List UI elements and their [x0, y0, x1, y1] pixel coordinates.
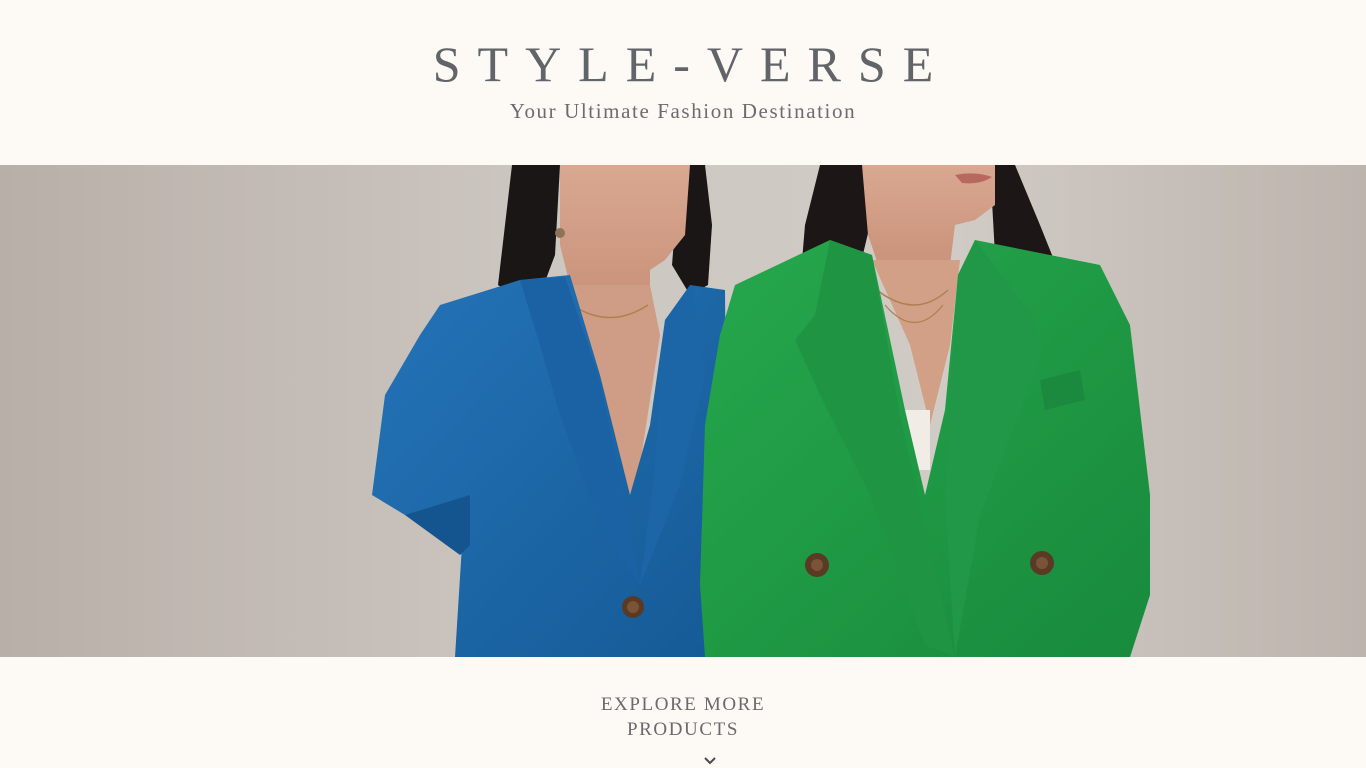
- explore-more-products-link[interactable]: EXPLORE MORE PRODUCTS: [0, 692, 1366, 742]
- chevron-down-icon[interactable]: [703, 755, 717, 768]
- site-header: STYLE-VERSE Your Ultimate Fashion Destin…: [0, 0, 1366, 165]
- brand-tagline: Your Ultimate Fashion Destination: [509, 99, 857, 123]
- hero-image: [0, 165, 1366, 657]
- brand-logo-title[interactable]: STYLE-VERSE: [0, 36, 1366, 92]
- hero-fashion-photo: [0, 165, 1366, 657]
- landing-page: STYLE-VERSE Your Ultimate Fashion Destin…: [0, 0, 1366, 768]
- explore-label-line2: PRODUCTS: [626, 719, 740, 740]
- explore-label-line1: EXPLORE MORE: [600, 694, 766, 715]
